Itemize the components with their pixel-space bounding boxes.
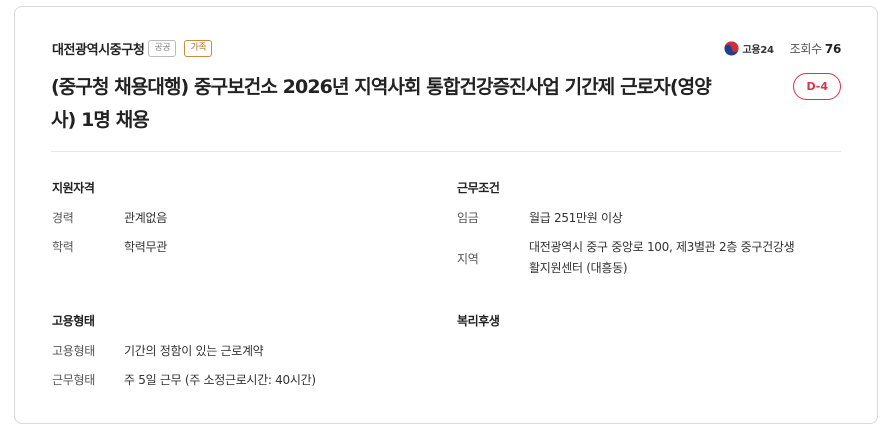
view-count: 조회수 76: [789, 40, 842, 57]
section-title-conditions: 근무조건: [457, 181, 500, 195]
section-title-qualification: 지원자격: [52, 181, 95, 195]
company-row: 대전광역시중구청 공공 가족: [52, 39, 213, 58]
posting-meta: 고용24 조회수 76: [724, 40, 841, 57]
region-label: 지역: [457, 252, 479, 266]
employment-type-value: 기간의 정함이 있는 근로계약: [124, 344, 264, 358]
career-value: 관계없음: [124, 211, 167, 225]
employment-type-label: 고용형태: [52, 344, 95, 358]
divider: [51, 151, 841, 152]
public-badge: 공공: [148, 40, 177, 57]
view-count-label: 조회수: [789, 42, 823, 56]
dday-badge: D-4: [793, 73, 841, 100]
region-value-line2: 활지원센터 (대흥동): [529, 261, 628, 275]
work-type-label: 근무형태: [52, 373, 95, 387]
source-logo: 고용24: [724, 41, 774, 56]
section-title-welfare: 복리후생: [457, 314, 500, 328]
wage-value: 월급 251만원 이상: [529, 211, 623, 225]
wage-label: 임금: [457, 211, 479, 225]
posting-title[interactable]: (중구청 채용대행) 중구보건소 2026년 지역사회 통합건강증진사업 기간제…: [51, 71, 712, 137]
work-type-value: 주 5일 근무 (주 소정근로시간: 40시간): [124, 373, 316, 387]
korea-taegeuk-icon: [724, 41, 739, 56]
career-label: 경력: [52, 211, 74, 225]
company-name[interactable]: 대전광역시중구청: [52, 39, 145, 58]
region-value-line1: 대전광역시 중구 중앙로 100, 제3별관 2층 중구건강생: [529, 240, 795, 254]
family-friendly-badge: 가족: [184, 40, 213, 57]
education-value: 학력무관: [124, 240, 167, 254]
section-title-employment: 고용형태: [52, 314, 95, 328]
region-value: 대전광역시 중구 중앙로 100, 제3별관 2층 중구건강생 활지원센터 (대…: [529, 237, 849, 279]
region-row: 지역 대전광역시 중구 중앙로 100, 제3별관 2층 중구건강생 활지원센터…: [457, 237, 847, 283]
view-count-value: 76: [824, 42, 841, 56]
job-posting-card[interactable]: 대전광역시중구청 공공 가족 고용24 조회수 76 (중구청 채용대행) 중구보…: [14, 6, 878, 424]
source-name: 고용24: [742, 45, 774, 56]
education-label: 학력: [52, 240, 74, 254]
